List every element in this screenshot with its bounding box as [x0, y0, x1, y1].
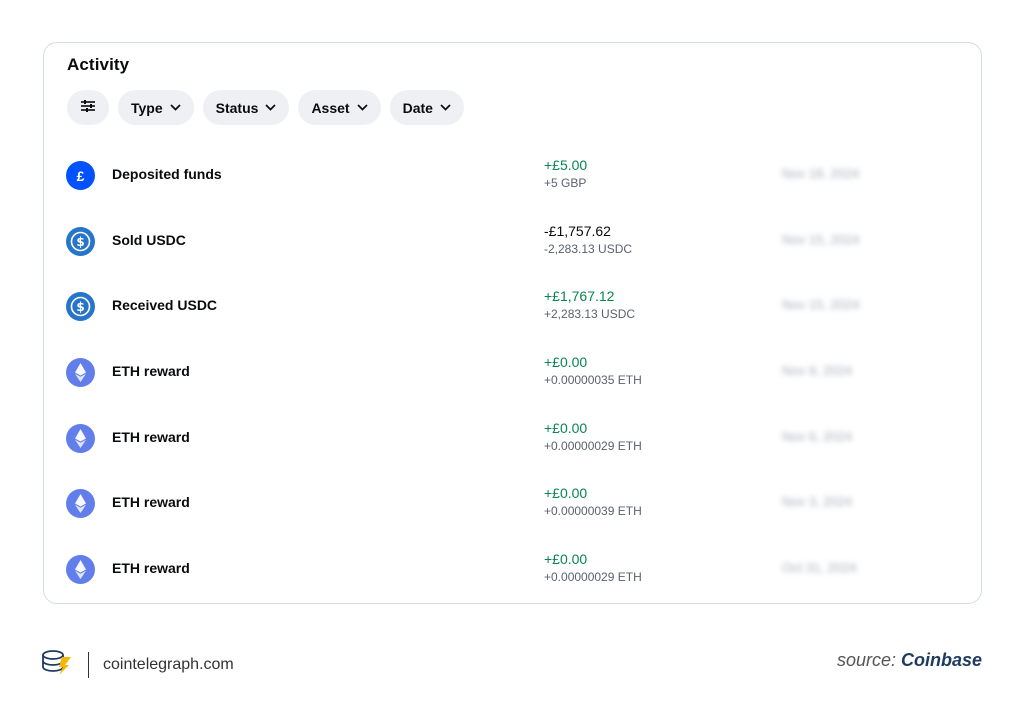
activity-row[interactable]: ETH reward +£0.00 +0.00000029 ETH Nov 6,… — [44, 405, 981, 471]
usdc-icon: $ — [66, 292, 95, 322]
asset-filter-dropdown[interactable]: Asset — [298, 90, 381, 125]
activity-row-date: Oct 31, 2024 — [782, 560, 857, 576]
fiat-amount: +£0.00 — [544, 419, 588, 436]
activity-row-amount: +£0.00 +0.00000029 ETH — [544, 420, 642, 455]
activity-row-date: Nov 18, 2024 — [782, 166, 860, 181]
activity-row-date: Nov 15, 2024 — [782, 297, 860, 313]
usdc-icon: $ — [66, 226, 95, 256]
crypto-amount: +5 GBP — [544, 176, 587, 190]
svg-text:$: $ — [76, 300, 84, 314]
eth-icon — [66, 489, 95, 519]
cointelegraph-coin-icon — [40, 647, 74, 682]
activity-row-date: Nov 3, 2024 — [782, 494, 853, 510]
filter-bar: Type Status Asset Date — [67, 90, 464, 125]
date-filter-label: Date — [402, 99, 433, 116]
chevron-down-icon — [265, 104, 277, 111]
activity-row-label: Deposited funds — [112, 166, 222, 182]
activity-row-amount: +£0.00 +0.00000039 ETH — [544, 485, 642, 520]
activity-row-label: Received USDC — [112, 297, 218, 314]
eth-icon — [66, 423, 95, 453]
activity-row-date: Nov 9, 2024 — [782, 363, 853, 379]
activity-row[interactable]: $ Received USDC +£1,767.12 +2,283.13 USD… — [44, 273, 981, 339]
crypto-amount: +0.00000029 ETH — [544, 570, 642, 585]
chevron-down-icon — [170, 104, 181, 111]
cointelegraph-logo: cointelegraph.com — [40, 647, 234, 682]
status-filter-label: Status — [215, 99, 259, 116]
source-prefix: source: — [836, 650, 901, 670]
site-name[interactable]: cointelegraph.com — [103, 656, 234, 674]
source-credit: source: Coinbase — [837, 650, 982, 671]
fiat-amount: +£0.00 — [544, 551, 588, 568]
activity-row-label: ETH reward — [112, 428, 190, 445]
source-name: Coinbase — [900, 650, 982, 670]
activity-card: Activity Type Status Asset Date £ Deposi… — [43, 42, 982, 604]
activity-row[interactable]: ETH reward +£0.00 +0.00000039 ETH Nov 3,… — [44, 470, 981, 536]
eth-icon — [66, 358, 95, 388]
eth-icon — [66, 555, 95, 585]
activity-row[interactable]: $ Sold USDC -£1,757.62 -2,283.13 USDC No… — [44, 208, 981, 274]
activity-row[interactable]: ETH reward +£0.00 +0.00000035 ETH Nov 9,… — [44, 339, 981, 405]
activity-row-date: Nov 6, 2024 — [782, 428, 853, 444]
activity-row-label: Sold USDC — [112, 231, 186, 248]
chevron-down-icon — [440, 104, 451, 111]
activity-row[interactable]: £ Deposited funds +£5.00 +5 GBP Nov 18, … — [44, 142, 981, 208]
fiat-amount: +£0.00 — [544, 485, 588, 502]
asset-filter-label: Asset — [311, 99, 350, 116]
crypto-amount: -2,283.13 USDC — [544, 241, 633, 256]
activity-row-label: ETH reward — [112, 560, 190, 577]
crypto-amount: +0.00000035 ETH — [544, 373, 642, 388]
activity-row-amount: +£0.00 +0.00000029 ETH — [544, 551, 642, 586]
crypto-amount: +0.00000029 ETH — [544, 438, 642, 453]
type-filter-dropdown[interactable]: Type — [118, 90, 194, 125]
fiat-amount: +£0.00 — [544, 354, 588, 371]
sliders-icon — [80, 99, 96, 116]
crypto-amount: +2,283.13 USDC — [544, 307, 636, 322]
activity-row-amount: +£5.00 +5 GBP — [544, 157, 587, 192]
pound-icon: £ — [66, 161, 95, 190]
date-filter-dropdown[interactable]: Date — [389, 90, 464, 125]
status-filter-dropdown[interactable]: Status — [202, 90, 290, 125]
activity-row-amount: +£1,767.12 +2,283.13 USDC — [544, 288, 635, 323]
footer-divider — [88, 651, 89, 678]
activity-row-label: ETH reward — [112, 363, 190, 380]
activity-list: £ Deposited funds +£5.00 +5 GBP Nov 18, … — [44, 142, 981, 602]
activity-row-label: ETH reward — [112, 494, 190, 511]
activity-row[interactable]: ETH reward +£0.00 +0.00000029 ETH Oct 31… — [44, 536, 981, 602]
activity-row-amount: -£1,757.62 -2,283.13 USDC — [544, 223, 632, 258]
type-filter-label: Type — [131, 99, 163, 116]
activity-title: Activity — [67, 55, 130, 74]
fiat-amount: +£5.00 — [544, 157, 588, 173]
activity-row-date: Nov 15, 2024 — [782, 231, 860, 247]
svg-text:$: $ — [76, 235, 84, 249]
chevron-down-icon — [356, 104, 368, 111]
activity-row-amount: +£0.00 +0.00000035 ETH — [544, 354, 642, 389]
crypto-amount: +0.00000039 ETH — [544, 504, 642, 519]
fiat-amount: +£1,767.12 — [544, 288, 615, 305]
fiat-amount: -£1,757.62 — [544, 222, 611, 239]
filter-settings-button[interactable] — [67, 90, 109, 125]
